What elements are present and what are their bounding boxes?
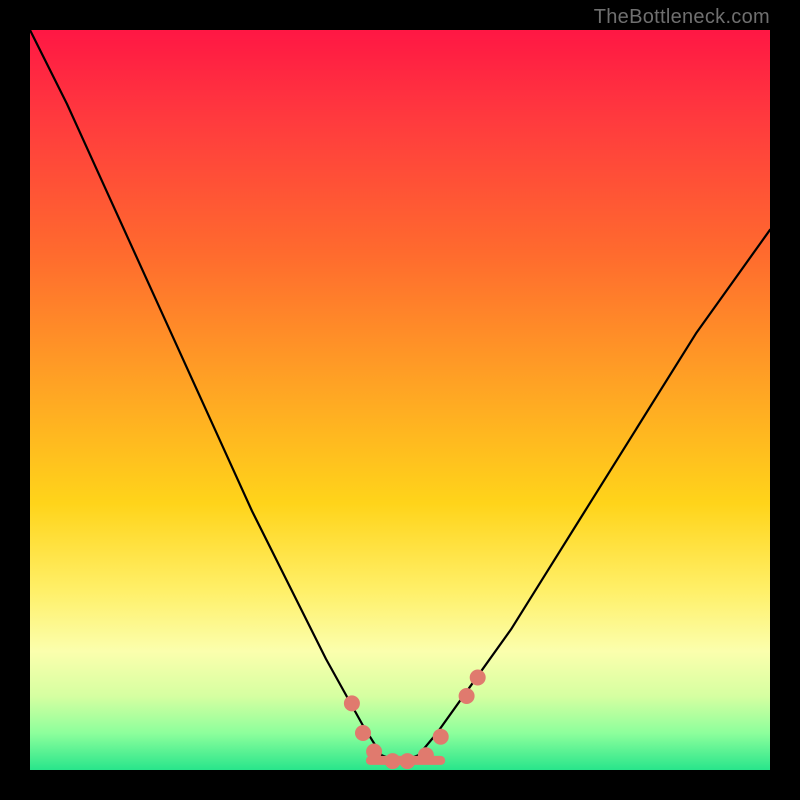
valley-marker: [366, 744, 382, 760]
valley-markers: [344, 670, 486, 770]
valley-marker: [418, 747, 434, 763]
chart-frame: TheBottleneck.com: [0, 0, 800, 800]
valley-marker: [344, 695, 360, 711]
valley-marker: [459, 688, 475, 704]
valley-marker: [385, 753, 401, 769]
valley-marker: [470, 670, 486, 686]
bottleneck-curve: [30, 30, 770, 763]
valley-marker: [355, 725, 371, 741]
curve-svg: [30, 30, 770, 770]
watermark-text: TheBottleneck.com: [30, 6, 770, 29]
valley-marker: [433, 729, 449, 745]
plot-area: [30, 30, 770, 770]
valley-marker: [399, 753, 415, 769]
